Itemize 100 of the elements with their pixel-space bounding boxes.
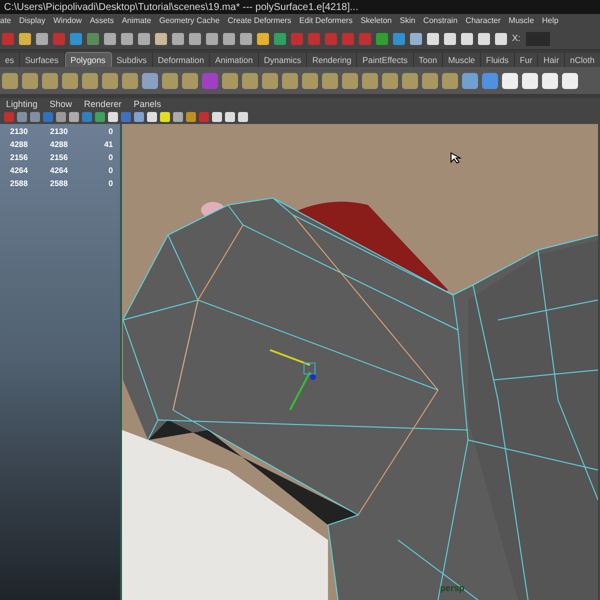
toolbar-icon[interactable]: [427, 32, 439, 45]
menu-item[interactable]: Geometry Cache: [159, 15, 220, 28]
shelf-tab[interactable]: Hair: [538, 52, 566, 67]
shelf-tab[interactable]: PaintEffects: [357, 52, 414, 67]
shelf-tool-icon[interactable]: [82, 72, 98, 89]
shelf-tab[interactable]: Fluids: [481, 52, 515, 67]
shelf-tab[interactable]: Subdivs: [112, 52, 153, 67]
stat-value: 2156: [49, 152, 69, 164]
shelf-tool-icon[interactable]: [522, 72, 538, 89]
toolbar-icon[interactable]: [206, 32, 218, 45]
viewport-tool-icon[interactable]: [17, 112, 27, 122]
shelf-tool-icon[interactable]: [342, 72, 358, 89]
menu-item[interactable]: Animate: [122, 15, 152, 28]
shelf-tool-icon[interactable]: [102, 72, 118, 89]
viewport-tool-icon[interactable]: [212, 112, 222, 122]
shelf-tool-icon[interactable]: [302, 72, 318, 89]
shelf-tool-icon[interactable]: [262, 72, 278, 89]
menu-item[interactable]: Character: [466, 15, 501, 28]
toolbar-icon[interactable]: [461, 32, 473, 45]
menu-item[interactable]: Display: [19, 15, 46, 28]
shelf-tool-icon[interactable]: [242, 72, 258, 89]
menu-item[interactable]: Constrain: [423, 15, 458, 28]
shelf-tab[interactable]: Rendering: [307, 52, 358, 67]
shelf-tab[interactable]: es: [0, 52, 20, 67]
shelf-tool-icon[interactable]: [502, 72, 518, 89]
menu-item[interactable]: Muscle: [508, 15, 534, 28]
shelf-tool-icon[interactable]: [222, 72, 238, 89]
menu-item[interactable]: Edit Deformers: [299, 15, 353, 28]
viewport-tool-icon[interactable]: [108, 112, 118, 122]
toolbar-icon[interactable]: [410, 32, 422, 45]
toolbar-icon[interactable]: [36, 32, 48, 45]
menu-item[interactable]: Help: [542, 15, 558, 28]
shelf-tool-icon[interactable]: [402, 72, 418, 89]
shelf-tool-icon[interactable]: [162, 72, 178, 89]
shelf-tool-icon[interactable]: [22, 72, 38, 89]
viewport-tool-icon[interactable]: [173, 112, 183, 122]
shelf-tab[interactable]: Polygons: [64, 52, 112, 67]
toolbar-icon[interactable]: [478, 32, 490, 45]
shelf-tool-icon[interactable]: [462, 72, 478, 89]
stat-value: 4288: [49, 138, 69, 151]
viewport-tool-icon[interactable]: [30, 112, 40, 122]
viewport-tool-icon[interactable]: [134, 112, 144, 122]
menu-item[interactable]: Skin: [400, 15, 416, 28]
menu-item[interactable]: Lighting: [6, 98, 38, 112]
viewport-tool-icon[interactable]: [147, 112, 157, 122]
toolbar-icon[interactable]: [138, 32, 150, 45]
x-input-field[interactable]: [526, 32, 550, 46]
toolbar-icon[interactable]: [444, 32, 456, 45]
toolbar-icon[interactable]: [172, 32, 184, 45]
toolbar-icon[interactable]: [257, 32, 269, 45]
toolbar-icon[interactable]: [19, 32, 31, 45]
toolbar-icon[interactable]: [495, 32, 507, 45]
stat-value: 2588: [9, 178, 29, 190]
shelf-tool-icon[interactable]: [422, 72, 438, 89]
shelf-tool-icon[interactable]: [62, 72, 78, 89]
toolbar-icon[interactable]: [155, 32, 167, 45]
menu-item[interactable]: Window: [53, 15, 82, 28]
viewport-tool-icon[interactable]: [238, 112, 248, 122]
shelf-tool-icon[interactable]: [282, 72, 298, 89]
shelf-tool-icon[interactable]: [382, 72, 398, 89]
menu-item[interactable]: Renderer: [84, 98, 122, 112]
menu-item[interactable]: Create Deformers: [228, 15, 292, 28]
shelf-tool-icon[interactable]: [322, 72, 338, 89]
menu-item[interactable]: ate: [0, 15, 12, 28]
stat-value: 0: [108, 126, 113, 138]
shelf-tool-icon[interactable]: [42, 72, 58, 89]
toolbar-icon[interactable]: [274, 32, 286, 45]
shelf-tool-icon[interactable]: [122, 72, 138, 89]
shelf-tab[interactable]: Fur: [514, 52, 538, 67]
viewport-tool-icon[interactable]: [225, 112, 235, 122]
toolbar-icon[interactable]: [104, 32, 116, 45]
stat-value: 2130: [49, 126, 69, 138]
viewport-tool-icon[interactable]: [95, 112, 105, 122]
shelf-tab[interactable]: Deformation: [152, 52, 210, 67]
menu-item[interactable]: Skeleton: [360, 15, 392, 28]
toolbar-icon[interactable]: [223, 32, 235, 45]
toolbar-icon[interactable]: [240, 32, 252, 45]
viewport-tool-icon[interactable]: [69, 112, 79, 122]
menu-item[interactable]: Assets: [90, 15, 114, 28]
menu-item[interactable]: Show: [50, 98, 72, 112]
shelf-tab[interactable]: Animation: [210, 52, 259, 67]
toolbar-icon[interactable]: [189, 32, 201, 45]
shelf-tool-icon[interactable]: [142, 72, 158, 89]
shelf-tab[interactable]: Toon: [414, 52, 444, 67]
shelf-tab[interactable]: Muscle: [443, 52, 481, 67]
shelf-tool-icon[interactable]: [2, 72, 18, 89]
toolbar-icon[interactable]: [376, 32, 388, 45]
shelf-tool-icon[interactable]: [182, 72, 198, 89]
shelf-tab[interactable]: Surfaces: [20, 52, 65, 67]
shelf-tool-icon[interactable]: [542, 72, 558, 89]
shelf-tab[interactable]: Dynamics: [258, 52, 308, 67]
toolbar-icon[interactable]: [121, 32, 133, 45]
menu-item[interactable]: Panels: [134, 98, 162, 112]
shelf-tab[interactable]: nCloth: [565, 52, 600, 67]
shelf-tool-icon[interactable]: [362, 72, 378, 89]
viewport-tool-icon[interactable]: [186, 112, 196, 122]
shelf-tool-icon[interactable]: [442, 72, 458, 89]
viewport-tool-icon[interactable]: [56, 112, 66, 122]
viewport-tool-icon[interactable]: [160, 112, 170, 122]
shelf-tool-icon[interactable]: [562, 72, 578, 89]
